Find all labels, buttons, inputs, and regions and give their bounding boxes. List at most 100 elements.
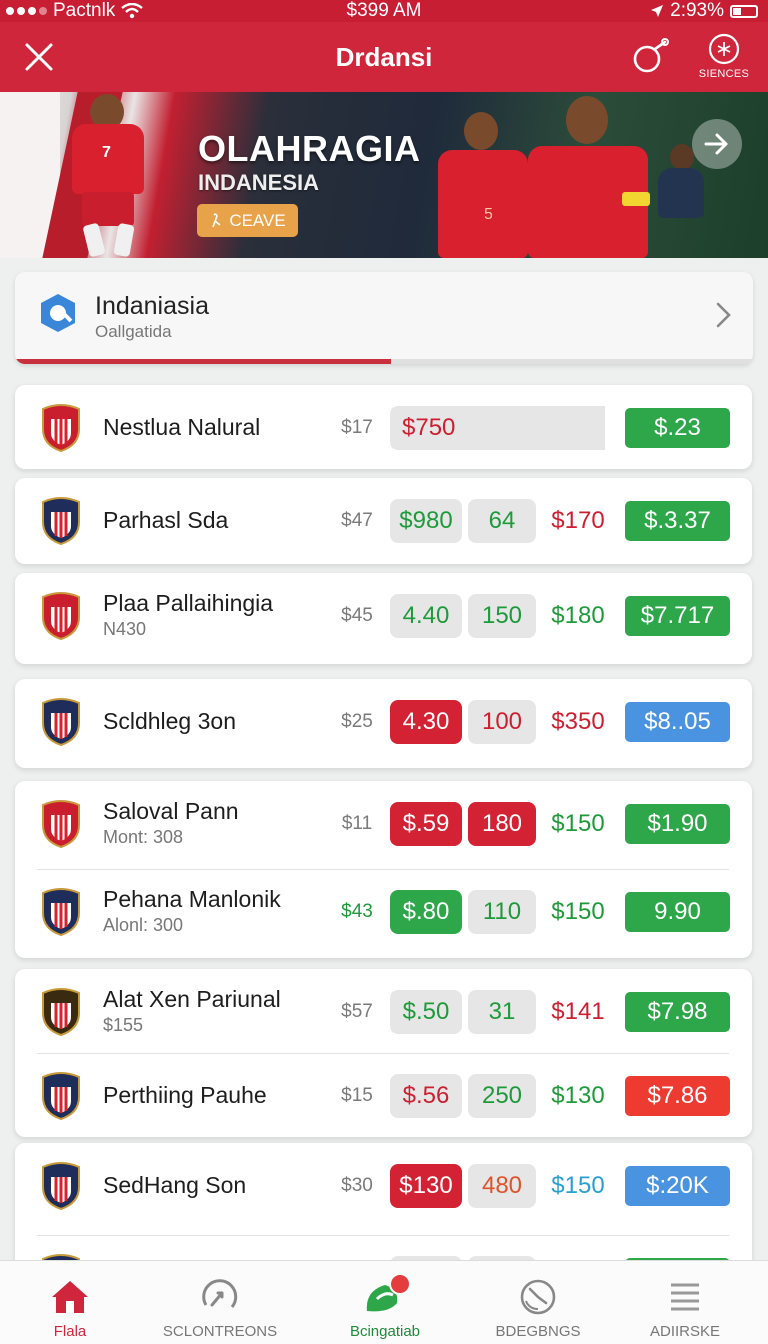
match-row[interactable]: Saloval Pann Mont: 308 $11 $.59 180 $150 $1.90 <box>15 781 752 867</box>
odds-chip[interactable]: $.59 <box>390 802 462 846</box>
odds-chip[interactable]: $141 <box>543 990 613 1034</box>
odds-chip[interactable]: 64 <box>468 499 536 543</box>
match-row[interactable]: Perthiing Pauhe $15 $.56 250 $130 $7.86 <box>15 1053 752 1139</box>
odds-chip[interactable]: 100 <box>468 700 536 744</box>
odds-chip[interactable]: 110 <box>468 890 536 934</box>
team-crest-icon <box>42 497 80 546</box>
team-crest-icon <box>42 1072 80 1121</box>
status-bar: Pactnlk $399 AM 2:93% <box>0 0 768 22</box>
match-row[interactable]: SedHang Son $30 $130 480 $150 $:20K <box>15 1143 752 1229</box>
battery-icon <box>730 4 758 18</box>
odds-chip[interactable]: $150 <box>543 890 613 934</box>
banner-title: OLAHRAGIA <box>198 128 421 169</box>
team-name: Perthiing Pauhe <box>103 1082 267 1108</box>
team-name: Pehana Manlonik <box>103 886 281 912</box>
notification-button[interactable] <box>630 36 672 78</box>
team-price: $25 <box>341 711 373 732</box>
match-row[interactable]: Parhasl Sda $47 $980 64 $170 $.3.37 <box>15 478 752 564</box>
odds-chip[interactable]: $130 <box>543 1074 613 1118</box>
odds-chip[interactable]: $350 <box>543 700 613 744</box>
nav-item-home[interactable]: Flala <box>20 1261 120 1344</box>
match-row[interactable]: Plaa Pallaihingia N430 $45 4.40 150 $180 $7.71… <box>15 573 752 659</box>
team-price: $45 <box>341 605 373 626</box>
team-price: $17 <box>341 417 373 438</box>
signal-icon <box>6 7 47 15</box>
match-row[interactable]: Nestlua Nalural $17 $750 $.23 <box>15 385 752 471</box>
team-name: Scldhleg 3on <box>103 708 236 734</box>
team-crest-icon <box>42 1162 80 1211</box>
team-name: Nestlua Nalural <box>103 414 261 440</box>
settings-button[interactable]: SIENCES <box>694 32 754 88</box>
banner-next-button[interactable] <box>692 119 742 169</box>
person-icon <box>212 212 221 227</box>
bet-button[interactable]: $1.90 <box>625 804 730 844</box>
odds-chip[interactable]: $180 <box>543 594 613 638</box>
odds-chip[interactable]: $.50 <box>390 990 462 1034</box>
promo-banner[interactable]: 7 5 OLAHRAGIA INDANESIA CEAVE <box>0 92 768 258</box>
nav-item-menu[interactable]: ADIIRSKE <box>630 1261 740 1344</box>
match-card: Nestlua Nalural $17 $750 $.23 <box>15 385 752 469</box>
player-image-right <box>510 96 660 258</box>
odds-chip[interactable]: $170 <box>543 499 613 543</box>
close-button[interactable] <box>18 36 60 78</box>
team-crest-icon <box>42 698 80 747</box>
odds-chip[interactable]: 150 <box>468 594 536 638</box>
match-row[interactable]: Alat Xen Pariunal $155 $57 $.50 31 $141 $7.98 <box>15 969 752 1055</box>
nav-label: Bcingatiab <box>349 1323 421 1340</box>
odds-chip[interactable]: 4.30 <box>390 700 462 744</box>
odds-chip[interactable]: $.80 <box>390 890 462 934</box>
menu-icon <box>663 1277 707 1317</box>
arrow-right-icon <box>704 133 728 155</box>
battery-percent: 2:93% <box>670 0 724 21</box>
team-name: Alat Xen Pariunal <box>103 986 281 1012</box>
nav-item-refresh[interactable]: SCLONTREONS <box>160 1261 280 1344</box>
odds-chip[interactable]: 250 <box>468 1074 536 1118</box>
bet-button[interactable]: $8..05 <box>625 702 730 742</box>
team-subtitle: Alonl: 300 <box>103 915 184 935</box>
team-price: $47 <box>341 510 373 531</box>
wifi-icon <box>121 3 144 19</box>
team-price: $11 <box>341 813 373 834</box>
nav-item-stopwatch[interactable]: BDEGBNGS <box>478 1261 598 1344</box>
team-price: $30 <box>341 1175 373 1196</box>
team-crest-icon <box>42 988 80 1037</box>
notification-badge <box>389 1273 411 1295</box>
odds-chip[interactable]: 480 <box>468 1164 536 1208</box>
nav-item-chat[interactable]: Bcingatiab <box>330 1261 440 1344</box>
odds-chip[interactable]: $980 <box>390 499 462 543</box>
bet-button[interactable]: $7.717 <box>625 596 730 636</box>
odds-chip[interactable]: 180 <box>468 802 536 846</box>
close-icon <box>25 43 53 71</box>
nav-label: BDEGBNGS <box>495 1323 581 1340</box>
banner-cta-button[interactable]: CEAVE <box>197 204 298 237</box>
match-row[interactable]: Pehana Manlonik Alonl: 300 $43 $.80 110 $150 9… <box>15 869 752 955</box>
league-subtitle: Oallgatida <box>95 322 172 341</box>
bet-button[interactable]: $.3.37 <box>625 501 730 541</box>
player-image-left: 7 <box>40 92 180 258</box>
gear-icon <box>708 33 740 65</box>
odds-chip[interactable]: $150 <box>543 802 613 846</box>
team-subtitle: Mont: 308 <box>103 827 184 847</box>
bet-button[interactable]: $7.86 <box>625 1076 730 1116</box>
bet-button[interactable]: $7.98 <box>625 992 730 1032</box>
bet-button[interactable]: $.23 <box>625 408 730 448</box>
team-crest-icon <box>42 404 80 453</box>
match-card: Parhasl Sda $47 $980 64 $170 $.3.37 <box>15 478 752 564</box>
odds-chip[interactable]: $.56 <box>390 1074 462 1118</box>
league-card[interactable]: Indaniasia Oallgatida <box>15 272 753 364</box>
banner-cta-label: CEAVE <box>229 210 286 230</box>
match-card: Saloval Pann Mont: 308 $11 $.59 180 $150 $1.90… <box>15 781 752 958</box>
bet-button[interactable]: 9.90 <box>625 892 730 932</box>
bet-button[interactable]: $:20K <box>625 1166 730 1206</box>
match-row[interactable]: Scldhleg 3on $25 4.30 100 $350 $8..05 <box>15 679 752 765</box>
odds-chip[interactable]: $750 <box>390 406 605 450</box>
team-name: Parhasl Sda <box>103 507 229 533</box>
settings-label: SIENCES <box>698 68 750 80</box>
chat-icon <box>363 1273 411 1317</box>
team-name: Saloval Pann <box>103 798 239 824</box>
league-logo-icon <box>41 294 75 332</box>
odds-chip[interactable]: 31 <box>468 990 536 1034</box>
odds-chip[interactable]: $130 <box>390 1164 462 1208</box>
odds-chip[interactable]: $150 <box>543 1164 613 1208</box>
odds-chip[interactable]: 4.40 <box>390 594 462 638</box>
